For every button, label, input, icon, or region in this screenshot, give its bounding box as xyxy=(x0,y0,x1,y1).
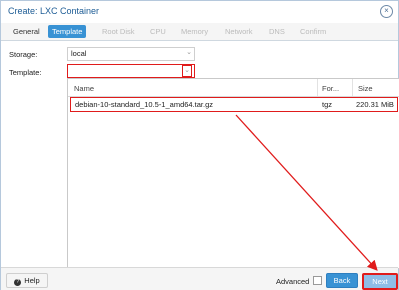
chevron-down-icon[interactable]: ⌄ xyxy=(186,48,192,56)
help-label: Help xyxy=(24,276,40,285)
tab-dns: DNS xyxy=(269,27,285,36)
dialog-footer: ? Help Advanced Back Next xyxy=(1,267,398,290)
column-header-format[interactable]: For... xyxy=(322,84,339,93)
column-header-name[interactable]: Name xyxy=(74,84,94,93)
next-button[interactable]: Next xyxy=(362,273,398,290)
tab-cpu: CPU xyxy=(150,27,166,36)
template-select[interactable]: ⌄ xyxy=(67,64,195,78)
tab-confirm: Confirm xyxy=(300,27,327,36)
tab-root-disk: Root Disk xyxy=(102,27,135,36)
dialog-title: Create: LXC Container xyxy=(8,6,100,16)
help-icon: ? xyxy=(14,279,22,286)
tab-network: Network xyxy=(225,27,253,36)
tab-general[interactable]: General xyxy=(9,25,44,38)
template-label: Template: xyxy=(9,68,42,77)
back-button[interactable]: Back xyxy=(326,273,358,288)
chevron-down-icon[interactable]: ⌄ xyxy=(182,65,192,77)
table-row[interactable]: debian-10-standard_10.5-1_amd64.tar.gz t… xyxy=(70,97,398,112)
dialog-window: Create: LXC Container × General Template… xyxy=(0,0,399,290)
row-size: 220.31 MiB xyxy=(356,100,394,109)
close-icon[interactable]: × xyxy=(380,5,393,18)
template-picker: Name For... Size debian-10-standard_10.5… xyxy=(67,78,399,269)
column-separator xyxy=(317,79,318,96)
title-bar: Create: LXC Container × xyxy=(1,1,398,23)
storage-label: Storage: xyxy=(9,50,38,59)
advanced-label: Advanced xyxy=(276,277,310,286)
advanced-checkbox[interactable] xyxy=(313,276,322,285)
row-name: debian-10-standard_10.5-1_amd64.tar.gz xyxy=(75,100,214,109)
column-separator xyxy=(352,79,353,96)
storage-value: local xyxy=(71,49,87,58)
grid-header: Name For... Size xyxy=(68,79,399,97)
help-button[interactable]: ? Help xyxy=(6,273,48,288)
column-header-size[interactable]: Size xyxy=(358,84,373,93)
tab-memory: Memory xyxy=(181,27,209,36)
tab-template[interactable]: Template xyxy=(48,25,87,38)
storage-select[interactable]: local ⌄ xyxy=(67,47,195,61)
tab-bar: General Template Root Disk CPU Memory Ne… xyxy=(1,23,398,41)
row-format: tgz xyxy=(322,100,333,109)
